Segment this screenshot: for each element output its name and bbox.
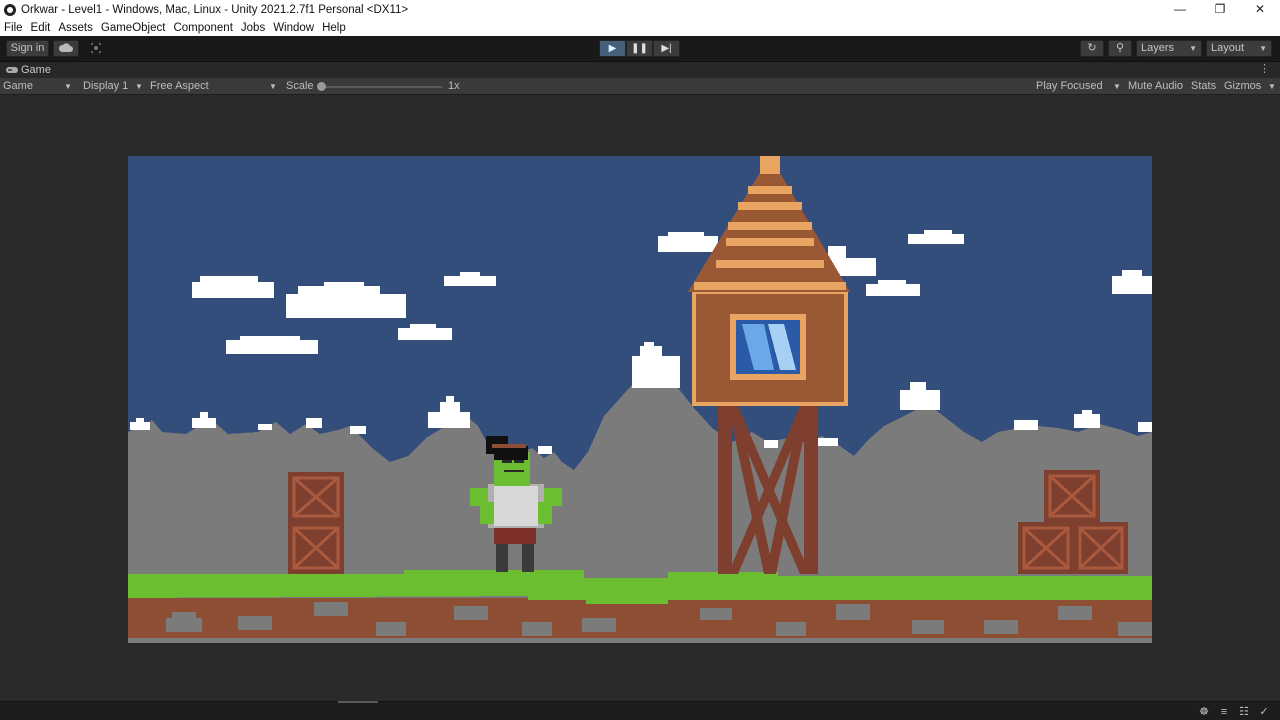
display-dropdown[interactable]: Display 1 bbox=[83, 78, 128, 95]
step-icon[interactable]: ▶| bbox=[653, 40, 680, 57]
game-view-toolbar: Game ▼ Display 1 ▼ Free Aspect ▼ Scale 1… bbox=[0, 78, 1280, 95]
chevron-down-icon: ▼ bbox=[1268, 82, 1276, 91]
chevron-down-icon: ▼ bbox=[269, 82, 277, 91]
close-icon[interactable]: ✕ bbox=[1240, 0, 1280, 19]
menu-jobs[interactable]: Jobs bbox=[241, 22, 265, 34]
menu-component[interactable]: Component bbox=[173, 22, 232, 34]
tab-bar: Game ⋮ bbox=[0, 62, 1280, 78]
crate-stack-left bbox=[288, 472, 344, 574]
scale-slider-handle[interactable] bbox=[317, 82, 326, 91]
chevron-down-icon: ▼ bbox=[1259, 44, 1267, 53]
history-icon[interactable]: ↻ bbox=[1080, 40, 1104, 57]
tab-game-label: Game bbox=[21, 64, 51, 76]
menu-help[interactable]: Help bbox=[322, 22, 346, 34]
collab-icon[interactable] bbox=[83, 40, 109, 57]
scale-slider-track[interactable] bbox=[320, 86, 442, 88]
more-options-icon[interactable]: ⋮ bbox=[1259, 62, 1270, 76]
layers-stack-icon[interactable]: ≡ bbox=[1214, 705, 1234, 719]
progress-indicator bbox=[338, 701, 378, 703]
tab-game[interactable]: Game bbox=[0, 62, 57, 78]
gizmos-toggle[interactable]: Gizmos bbox=[1224, 78, 1261, 95]
layers-dropdown[interactable]: Layers ▼ bbox=[1136, 40, 1202, 57]
chevron-down-icon: ▼ bbox=[1189, 44, 1197, 53]
check-circle-icon[interactable]: ✓ bbox=[1254, 705, 1274, 719]
unity-logo-icon bbox=[4, 3, 16, 16]
bug-icon[interactable]: ☸ bbox=[1194, 705, 1214, 719]
window-title: Orkwar - Level1 - Windows, Mac, Linux - … bbox=[21, 3, 409, 16]
scale-label: Scale bbox=[286, 80, 314, 92]
menu-window[interactable]: Window bbox=[273, 22, 314, 34]
layout-label: Layout bbox=[1211, 42, 1245, 54]
minimize-icon[interactable]: — bbox=[1160, 0, 1200, 19]
window-titlebar: Orkwar - Level1 - Windows, Mac, Linux - … bbox=[0, 0, 1280, 19]
chevron-down-icon: ▼ bbox=[1113, 82, 1121, 91]
menu-gameobject[interactable]: GameObject bbox=[101, 22, 166, 34]
view-select-dropdown[interactable]: Game bbox=[3, 78, 33, 95]
chevron-down-icon: ▼ bbox=[64, 82, 72, 91]
menu-edit[interactable]: Edit bbox=[31, 22, 51, 34]
game-render bbox=[128, 156, 1152, 643]
layers-label: Layers bbox=[1141, 42, 1175, 54]
gamepad-icon bbox=[6, 67, 18, 73]
scale-value: 1x bbox=[448, 80, 460, 92]
play-icon[interactable]: ▶ bbox=[599, 40, 626, 57]
mute-audio-toggle[interactable]: Mute Audio bbox=[1128, 78, 1183, 95]
network-icon[interactable]: ☷ bbox=[1234, 705, 1254, 719]
cloud-icon[interactable] bbox=[53, 40, 79, 57]
chevron-down-icon: ▼ bbox=[135, 82, 143, 91]
play-focused-dropdown[interactable]: Play Focused bbox=[1036, 78, 1103, 95]
playback-controls: ▶ ❚❚ ▶| bbox=[599, 40, 680, 57]
aspect-dropdown[interactable]: Free Aspect bbox=[150, 78, 209, 95]
menu-assets[interactable]: Assets bbox=[58, 22, 93, 34]
menu-bar: File Edit Assets GameObject Component Jo… bbox=[0, 19, 1280, 36]
status-bar: ☸ ≡ ☷ ✓ bbox=[0, 701, 1280, 720]
stats-toggle[interactable]: Stats bbox=[1191, 78, 1216, 95]
main-toolbar: Sign in ▶ ❚❚ ▶| ↻ ⚲ Layers ▼ Layout ▼ bbox=[0, 36, 1280, 62]
menu-file[interactable]: File bbox=[4, 22, 23, 34]
search-icon[interactable]: ⚲ bbox=[1108, 40, 1132, 57]
restore-icon[interactable]: ❐ bbox=[1200, 0, 1240, 19]
sign-in-button[interactable]: Sign in bbox=[6, 40, 49, 57]
layout-dropdown[interactable]: Layout ▼ bbox=[1206, 40, 1272, 57]
pause-icon[interactable]: ❚❚ bbox=[626, 40, 653, 57]
